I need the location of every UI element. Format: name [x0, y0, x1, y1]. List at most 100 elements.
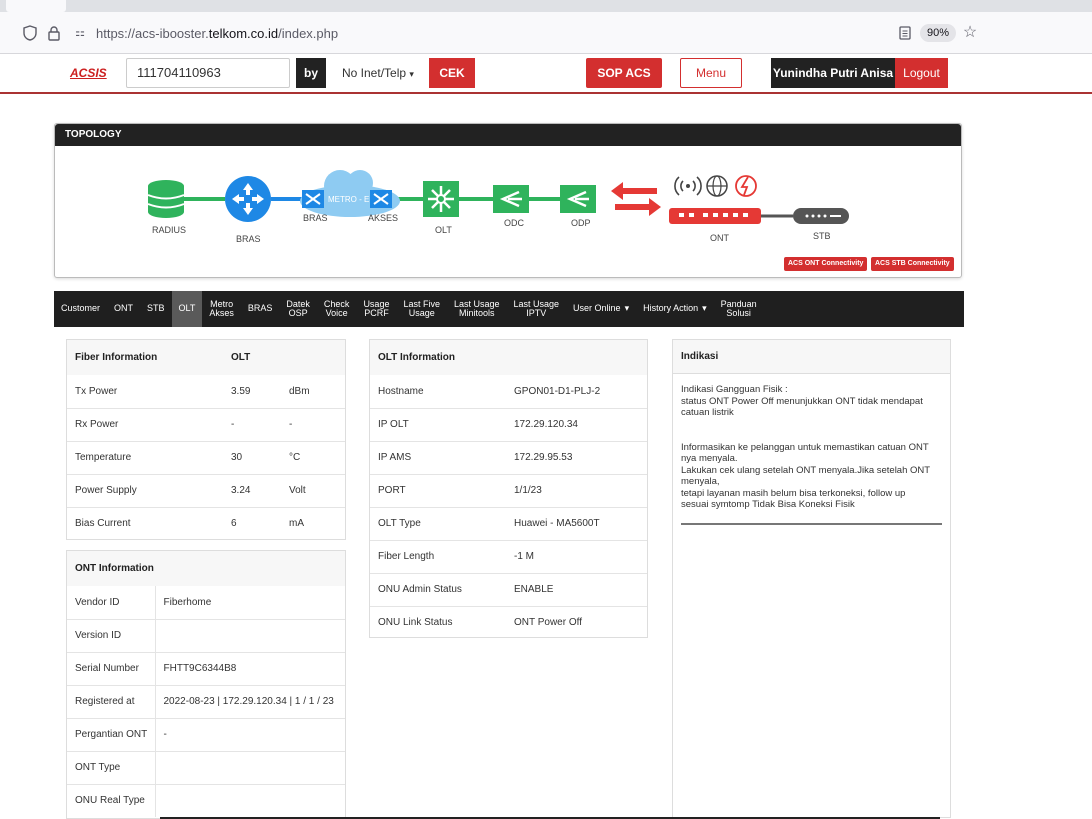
- table-cell: PORT: [370, 473, 506, 507]
- tab-history-action[interactable]: History Action: [636, 291, 714, 327]
- indikasi-line: Informasikan ke pelanggan untuk memastik…: [681, 441, 929, 453]
- tab-last-usage-iptv[interactable]: Last Usage IPTV: [507, 291, 567, 327]
- search-type-select[interactable]: No Inet/Telp ▾: [336, 58, 420, 88]
- reader-view-icon[interactable]: [897, 25, 913, 41]
- table-row: Version ID: [67, 618, 345, 652]
- cek-button[interactable]: CEK: [429, 58, 475, 88]
- tab-last-usage-minitools[interactable]: Last Usage Minitools: [447, 291, 507, 327]
- table-row: Registered at 2022-08-23 | 172.29.120.34 …: [67, 684, 345, 718]
- table-cell: Serial Number: [67, 651, 155, 685]
- browser-tab-current[interactable]: [6, 0, 66, 12]
- tab-metro-akses[interactable]: Metro Akses: [202, 291, 241, 327]
- lock-icon[interactable]: [46, 25, 62, 41]
- table-cell: Hostname: [378, 385, 424, 397]
- tab-olt[interactable]: OLT: [171, 291, 203, 327]
- address-bar: ⚏ https://acs-ibooster.telkom.co.id/inde…: [0, 12, 1092, 54]
- shield-icon[interactable]: [22, 25, 38, 41]
- table-cell: IP OLT: [370, 407, 506, 441]
- olt-icon[interactable]: [423, 181, 459, 217]
- tab-stb[interactable]: STB: [140, 291, 172, 327]
- chevron-down-icon: ▾: [409, 69, 414, 79]
- ont-info-header: ONT Information: [67, 551, 345, 586]
- tab-ont[interactable]: ONT: [107, 291, 140, 327]
- zoom-level[interactable]: 90%: [920, 24, 957, 42]
- bookmark-star-icon[interactable]: ☆: [962, 25, 978, 41]
- olt-label: OLT: [435, 225, 452, 235]
- acsis-logo[interactable]: ACSIS: [70, 66, 107, 80]
- tab-last-five-usage[interactable]: Last Five Usage: [396, 291, 447, 327]
- radius-label: RADIUS: [152, 225, 186, 235]
- permissions-icon[interactable]: ⚏: [72, 25, 88, 41]
- indikasi-line: menyala,: [681, 476, 720, 487]
- table-cell: GPON01-D1-PLJ-2: [514, 385, 601, 397]
- table-cell: 2022-08-23 | 172.29.120.34 | 1 / 1 / 23: [154, 684, 345, 718]
- ont-info-title: ONT Information: [67, 551, 345, 586]
- radius-icon[interactable]: [147, 180, 185, 218]
- table-cell: -: [154, 717, 345, 751]
- tab-panduan-solusi[interactable]: Panduan Solusi: [714, 291, 764, 327]
- table-cell: ENABLE: [506, 572, 647, 606]
- acs-stb-connectivity-button[interactable]: ACS STB Connectivity: [871, 257, 954, 271]
- indikasi-line: status ONT Power Off menunjukkan ONT tid…: [681, 395, 923, 407]
- bras-router-icon[interactable]: [225, 176, 271, 222]
- olt-info-title: OLT Information: [370, 340, 647, 375]
- table-cell: Vendor ID: [75, 596, 120, 608]
- indikasi-line: nya menyala.: [681, 453, 738, 464]
- table-cell: dBm: [289, 385, 310, 397]
- stb-device-icon[interactable]: [793, 208, 849, 224]
- sop-acs-button[interactable]: SOP ACS: [586, 58, 662, 88]
- table-cell: [154, 618, 345, 652]
- table-row: ONU Link Status ONT Power Off: [370, 605, 647, 639]
- tab-bras[interactable]: BRAS: [241, 291, 280, 327]
- odc-icon[interactable]: [493, 185, 529, 213]
- table-row: ONU Admin Status ENABLE: [370, 572, 647, 606]
- table-row: Vendor ID Fiberhome: [67, 586, 345, 619]
- url-text[interactable]: https://acs-ibooster.telkom.co.id/index.…: [96, 26, 338, 41]
- table-cell: ONU Real Type: [67, 783, 155, 817]
- table-cell: ONU Admin Status: [370, 572, 506, 606]
- indikasi-panel: Indikasi Indikasi Gangguan Fisik : statu…: [672, 339, 951, 818]
- power-off-icon: [735, 175, 757, 197]
- table-cell: ONT Type: [67, 750, 155, 784]
- logout-button[interactable]: Logout: [895, 58, 948, 88]
- indikasi-spacer: [681, 419, 942, 442]
- table-cell: -: [223, 407, 281, 441]
- indikasi-line: tetapi layanan masih belum bisa terkonek…: [681, 487, 906, 499]
- wifi-icon: [674, 176, 702, 196]
- fiber-info-olt-col: OLT: [223, 340, 281, 375]
- ont-device-icon[interactable]: [669, 208, 761, 224]
- indikasi-divider: [681, 522, 942, 525]
- olt-info-panel: OLT Information Hostname GPON01-D1-PLJ-2 I…: [369, 339, 648, 639]
- table-cell: [154, 783, 345, 817]
- table-cell: Power Supply: [67, 473, 223, 507]
- indikasi-line: Indikasi Gangguan Fisik :: [681, 384, 788, 395]
- olt-info-header: OLT Information: [370, 340, 647, 375]
- odp-label: ODP: [571, 218, 591, 228]
- table-cell: IP AMS: [370, 440, 506, 474]
- exchange-arrows-icon: [611, 182, 661, 216]
- user-name[interactable]: Yunindha Putri Anisa: [771, 58, 895, 88]
- table-cell: Pergantian ONT: [67, 717, 155, 751]
- metro-cloud-icon[interactable]: METRO - E: [300, 170, 400, 217]
- odp-icon[interactable]: [560, 185, 596, 213]
- search-input[interactable]: 111704110963: [126, 58, 290, 88]
- table-cell: mA: [281, 506, 345, 540]
- tab-usage-pcrf[interactable]: Usage PCRF: [356, 291, 396, 327]
- indikasi-line: catuan listrik: [681, 407, 734, 418]
- table-cell: Tx Power: [75, 385, 118, 397]
- tab-customer[interactable]: Customer: [54, 291, 107, 327]
- table-cell: -1 M: [506, 539, 647, 573]
- ont-info-panel: ONT Information Vendor ID Fiberhome Versio…: [66, 550, 346, 819]
- menu-button[interactable]: Menu: [680, 58, 742, 88]
- table-row: PORT 1/1/23: [370, 473, 647, 507]
- tab-user-online[interactable]: User Online: [566, 291, 636, 327]
- table-row: Fiber Length -1 M: [370, 539, 647, 573]
- stb-label: STB: [813, 231, 831, 241]
- metro-akses-label: AKSES: [368, 213, 398, 223]
- table-cell: Fiber Length: [370, 539, 506, 573]
- tab-datek-osp[interactable]: Datek OSP: [279, 291, 317, 327]
- table-cell: -: [281, 407, 345, 441]
- table-row: Serial Number FHTT9C6344B8: [67, 651, 345, 685]
- tab-check-voice[interactable]: Check Voice: [317, 291, 357, 327]
- acs-ont-connectivity-button[interactable]: ACS ONT Connectivity: [784, 257, 868, 271]
